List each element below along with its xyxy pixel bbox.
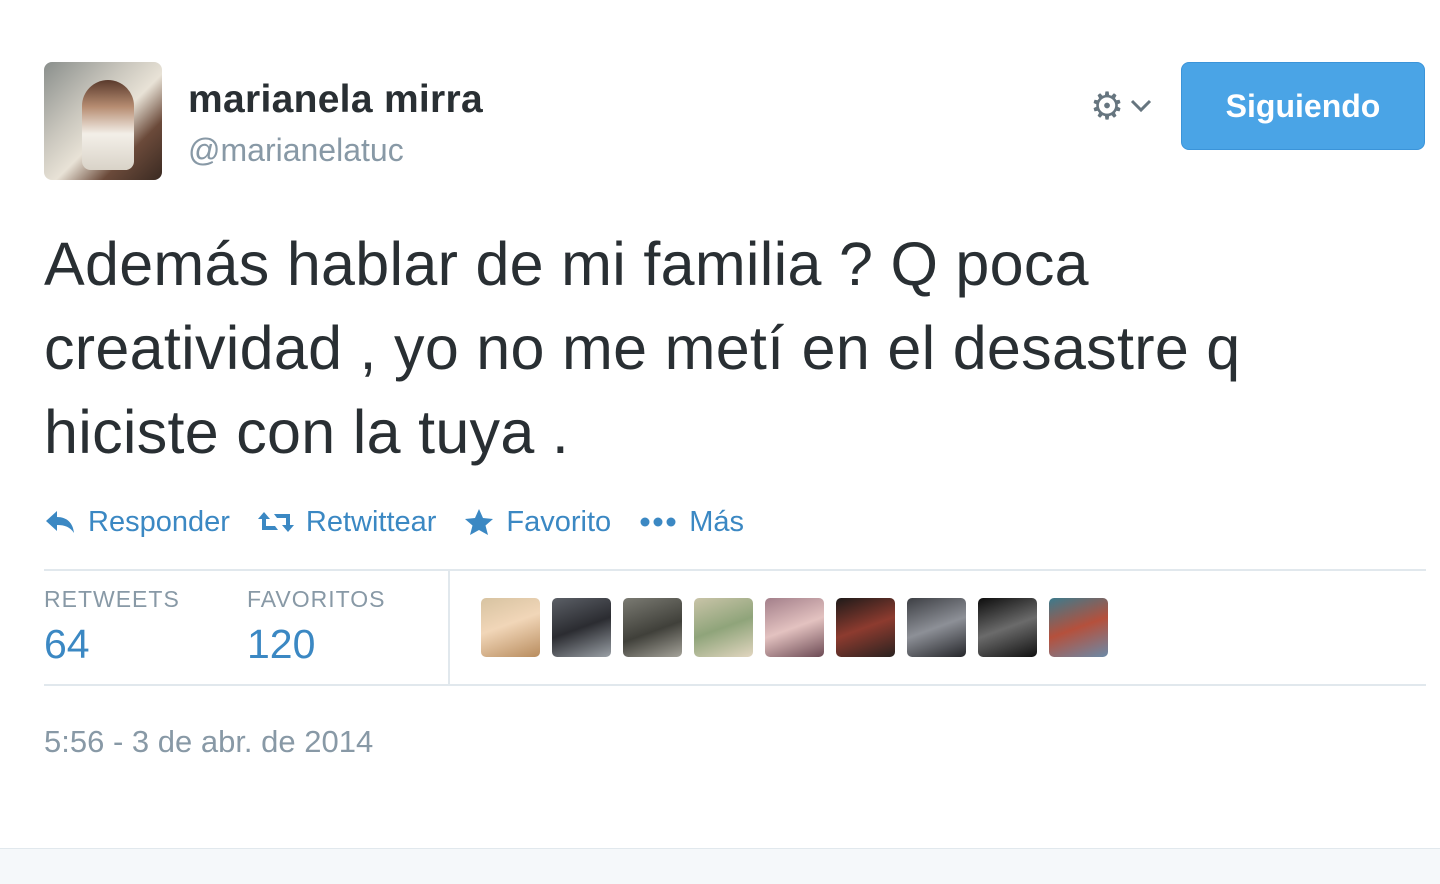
favoriters-avatars [481,598,1108,657]
favorites-count: 120 [247,621,316,667]
favoriter-avatar[interactable] [765,598,824,657]
favorite-label: Favorito [506,505,612,538]
favoriter-avatar[interactable] [836,598,895,657]
tweet-text: Además hablar de mi familia ? Q poca cre… [44,230,1241,466]
retweets-label: RETWEETS [44,586,180,612]
settings-menu-button[interactable]: ⚙ [1090,84,1162,128]
divider [44,684,1426,686]
favoriter-avatar[interactable] [694,598,753,657]
avatar[interactable] [44,62,162,180]
more-label: Más [689,505,744,538]
retweets-stat[interactable]: RETWEETS 64 [44,586,180,668]
favoriter-avatar[interactable] [907,598,966,657]
retweet-label: Retwittear [305,505,437,538]
reply-label: Responder [88,505,230,538]
gear-icon: ⚙ [1090,85,1125,128]
user-handle[interactable]: @marianelatuc [188,132,404,169]
favoriter-avatar[interactable] [1049,598,1108,657]
favoriter-avatar[interactable] [623,598,682,657]
reply-icon [46,511,74,533]
stats-divider [448,571,450,684]
favorites-stat[interactable]: FAVORITOS 120 [247,586,386,668]
retweet-button[interactable]: Retwittear [257,505,437,539]
tweet-actions: Responder Retwittear Favorito Más [44,500,772,544]
tweet-timestamp[interactable]: 5:56 - 3 de abr. de 2014 [44,724,373,760]
chevron-down-icon [1130,93,1152,119]
following-button[interactable]: Siguiendo [1181,62,1425,150]
retweet-icon [257,512,294,532]
avatar-photo [82,80,134,170]
favoriter-avatar[interactable] [481,598,540,657]
more-button[interactable]: Más [639,506,744,539]
user-name[interactable]: marianela mirra [188,78,483,122]
favoriter-avatar[interactable] [552,598,611,657]
divider [44,569,1426,571]
more-icon [640,517,676,527]
favoriter-avatar[interactable] [978,598,1037,657]
reply-button[interactable]: Responder [44,506,230,539]
favorite-button[interactable]: Favorito [464,506,611,539]
star-icon [465,509,494,535]
footer-bar [0,848,1440,884]
tweet-card: marianela mirra @marianelatuc ⚙ Siguiend… [0,0,1440,848]
retweets-count: 64 [44,621,90,667]
favorites-label: FAVORITOS [247,586,386,612]
